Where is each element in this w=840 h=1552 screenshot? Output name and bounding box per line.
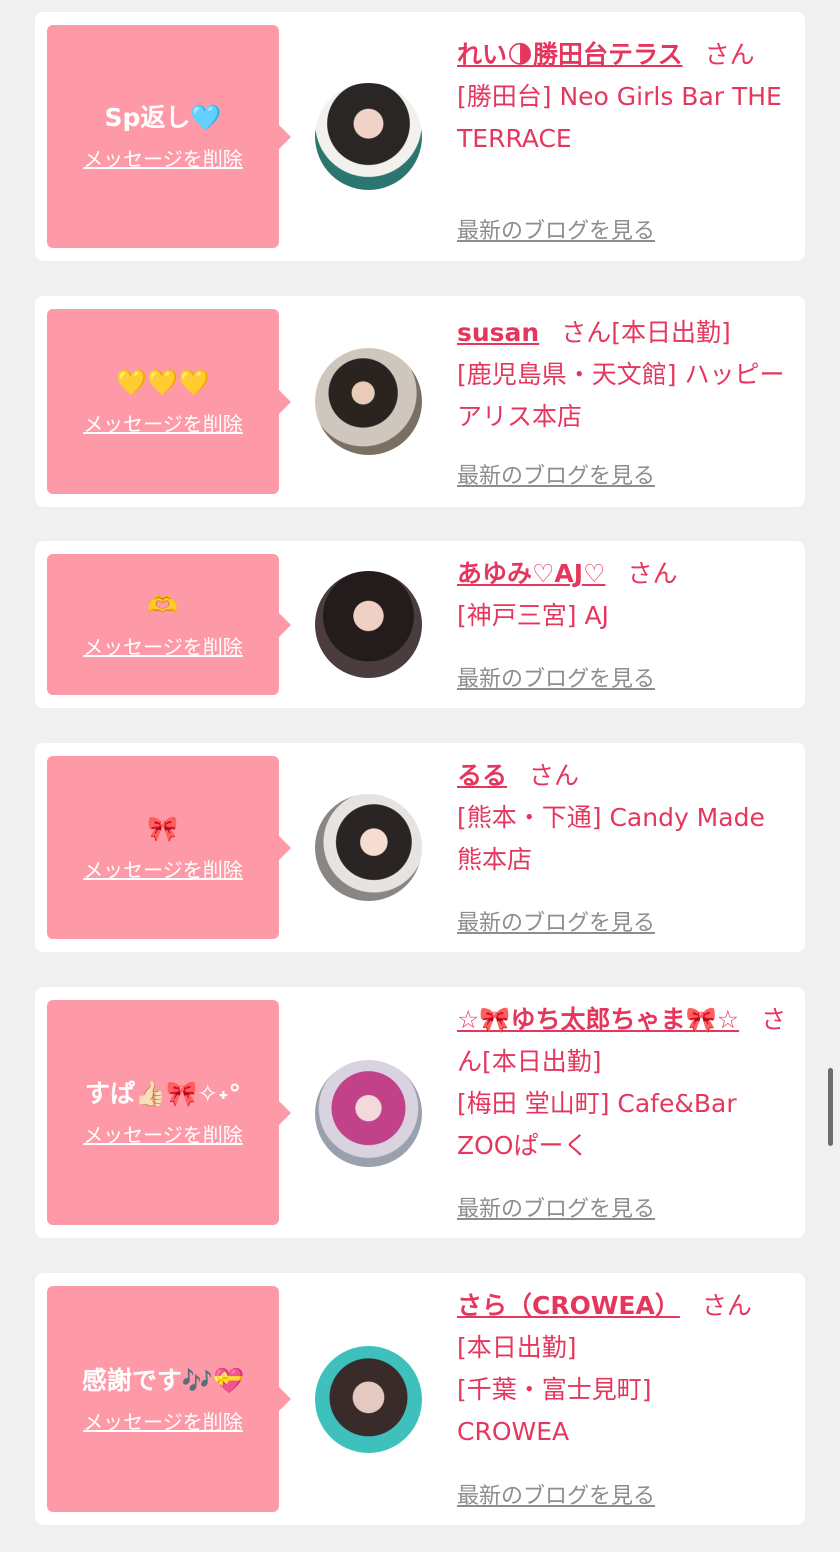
delete-message-link[interactable]: メッセージを削除: [83, 631, 243, 660]
message-text: 🫶: [147, 591, 179, 620]
avatar[interactable]: [315, 794, 422, 901]
profile-name-link[interactable]: れい🌗勝田台テラス: [457, 40, 683, 69]
profile-info: さら（CROWEA） さん [本日出勤] [千葉・富士見町] CROWEA: [457, 1285, 793, 1453]
avatar[interactable]: [315, 571, 422, 678]
latest-blog-link[interactable]: 最新のブログを見る: [457, 213, 655, 245]
scrollbar[interactable]: [828, 1068, 833, 1146]
latest-blog-link[interactable]: 最新のブログを見る: [457, 1191, 655, 1223]
honorific: さん: [561, 318, 612, 347]
profile-info: susan さん[本日出勤] [鹿児島県・天文館] ハッピーアリス本店: [457, 312, 793, 438]
profile-name-link[interactable]: さら（CROWEA）: [457, 1291, 680, 1320]
profile-name-link[interactable]: あゆみ♡AJ♡: [457, 559, 605, 588]
profile-info: ☆🎀ゆち太郎ちゃま🎀☆ さん[本日出勤] [梅田 堂山町] Cafe&Bar ZO…: [457, 999, 793, 1167]
delete-message-link[interactable]: メッセージを削除: [83, 1406, 243, 1435]
message-text: 感謝です🎶💝: [81, 1365, 245, 1395]
profile-name-link[interactable]: るる: [457, 761, 507, 790]
honorific: さん: [529, 761, 580, 790]
delete-message-link[interactable]: メッセージを削除: [83, 854, 243, 883]
message-card: Sp返し🩵 メッセージを削除 れい🌗勝田台テラス さん [勝田台] Neo Gir…: [35, 12, 805, 261]
message-text: 💛💛💛: [116, 368, 210, 397]
honorific: さん: [704, 40, 755, 69]
profile-info: るる さん [熊本・下通] Candy Made 熊本店: [457, 755, 793, 881]
honorific: さん: [701, 1291, 752, 1320]
latest-blog-link[interactable]: 最新のブログを見る: [457, 458, 655, 490]
avatar[interactable]: [315, 1346, 422, 1453]
message-bubble: 🫶 メッセージを削除: [47, 554, 291, 695]
message-card: 🫶 メッセージを削除 あゆみ♡AJ♡ さん [神戸三宮] AJ 最新のブログを見る: [35, 541, 805, 708]
profile-info: あゆみ♡AJ♡ さん [神戸三宮] AJ: [457, 553, 793, 637]
delete-message-link[interactable]: メッセージを削除: [83, 143, 243, 172]
latest-blog-link[interactable]: 最新のブログを見る: [457, 905, 655, 937]
latest-blog-link[interactable]: 最新のブログを見る: [457, 1478, 655, 1510]
message-card: すぱ👍🏻🎀✧˖° メッセージを削除 ☆🎀ゆち太郎ちゃま🎀☆ さん[本日出勤] [梅…: [35, 987, 805, 1238]
shop-label: [熊本・下通] Candy Made 熊本店: [457, 803, 765, 874]
shop-label: [勝田台] Neo Girls Bar THE TERRACE: [457, 82, 782, 153]
latest-blog-link[interactable]: 最新のブログを見る: [457, 661, 655, 693]
avatar[interactable]: [315, 348, 422, 455]
message-bubble: すぱ👍🏻🎀✧˖° メッセージを削除: [47, 1000, 291, 1225]
message-text: 🎀: [147, 814, 179, 843]
avatar[interactable]: [315, 1060, 422, 1167]
message-bubble: 💛💛💛 メッセージを削除: [47, 309, 291, 494]
message-bubble: 感謝です🎶💝 メッセージを削除: [47, 1286, 291, 1512]
status-line: [本日出勤]: [457, 1333, 577, 1362]
honorific: さん: [627, 559, 678, 588]
status-tag: [本日出勤]: [482, 1047, 602, 1076]
message-text: すぱ👍🏻🎀✧˖°: [84, 1079, 242, 1108]
shop-label: [鹿児島県・天文館] ハッピーアリス本店: [457, 360, 785, 431]
profile-name-link[interactable]: susan: [457, 318, 539, 347]
message-card: 💛💛💛 メッセージを削除 susan さん[本日出勤] [鹿児島県・天文館] ハッ…: [35, 296, 805, 507]
shop-label: [千葉・富士見町] CROWEA: [457, 1375, 652, 1446]
profile-name-link[interactable]: ☆🎀ゆち太郎ちゃま🎀☆: [457, 1005, 739, 1034]
message-text: Sp返し🩵: [104, 103, 222, 132]
status-tag: [本日出勤]: [611, 318, 731, 347]
shop-label: [梅田 堂山町] Cafe&Bar ZOOぱーく: [457, 1089, 737, 1160]
avatar[interactable]: [315, 83, 422, 190]
message-card: 感謝です🎶💝 メッセージを削除 さら（CROWEA） さん [本日出勤] [千葉・…: [35, 1273, 805, 1525]
message-card: 🎀 メッセージを削除 るる さん [熊本・下通] Candy Made 熊本店 最…: [35, 743, 805, 952]
shop-label: [神戸三宮] AJ: [457, 601, 609, 630]
message-bubble: 🎀 メッセージを削除: [47, 756, 291, 939]
delete-message-link[interactable]: メッセージを削除: [83, 408, 243, 437]
message-bubble: Sp返し🩵 メッセージを削除: [47, 25, 291, 248]
delete-message-link[interactable]: メッセージを削除: [83, 1119, 243, 1148]
profile-info: れい🌗勝田台テラス さん [勝田台] Neo Girls Bar THE TERR…: [457, 34, 793, 160]
